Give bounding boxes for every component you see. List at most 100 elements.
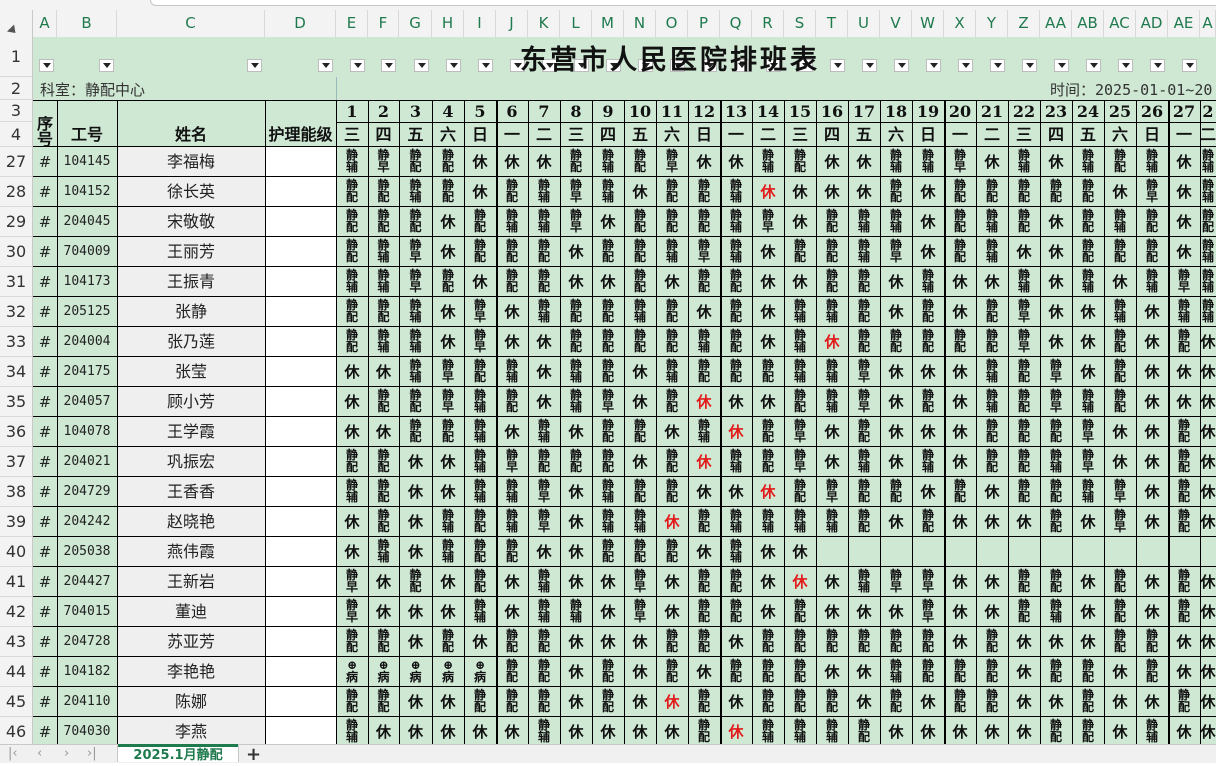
shift-cell[interactable]: 休 bbox=[1200, 477, 1216, 507]
shift-cell[interactable]: 休 bbox=[1136, 477, 1168, 507]
skill-level-cell[interactable] bbox=[265, 447, 336, 477]
shift-cell[interactable]: 静辅 bbox=[592, 507, 624, 537]
shift-cell[interactable]: 休 bbox=[752, 567, 784, 597]
shift-cell[interactable]: 静配 bbox=[592, 537, 624, 567]
shift-cell[interactable]: 休 bbox=[1104, 447, 1136, 477]
shift-cell[interactable]: 静配 bbox=[848, 267, 880, 297]
shift-cell[interactable]: 休 bbox=[688, 657, 720, 687]
shift-cell[interactable]: 静早 bbox=[912, 597, 944, 627]
shift-cell[interactable]: 休 bbox=[1040, 147, 1072, 177]
shift-cell[interactable]: 休 bbox=[848, 597, 880, 627]
shift-cell[interactable]: 休 bbox=[656, 417, 688, 447]
shift-cell[interactable]: 静早 bbox=[1040, 387, 1072, 417]
shift-cell[interactable]: 静配 bbox=[432, 147, 464, 177]
shift-cell[interactable]: 静早 bbox=[432, 387, 464, 417]
shift-cell[interactable]: 休 bbox=[912, 417, 944, 447]
shift-cell[interactable]: 静配 bbox=[1168, 477, 1200, 507]
filter-dropdown-i[interactable] bbox=[478, 59, 493, 72]
shift-cell[interactable]: 休 bbox=[368, 357, 399, 387]
employee-name-cell[interactable]: 王振青 bbox=[117, 267, 265, 297]
shift-cell[interactable]: 静配 bbox=[656, 387, 688, 417]
shift-cell[interactable]: 静配 bbox=[496, 267, 528, 297]
shift-cell[interactable]: 休 bbox=[944, 417, 976, 447]
shift-cell[interactable]: 休 bbox=[1072, 567, 1104, 597]
shift-cell[interactable]: 静辅 bbox=[496, 357, 528, 387]
shift-cell[interactable]: 静辅 bbox=[528, 717, 560, 747]
employee-name-cell[interactable]: 王新岩 bbox=[117, 567, 265, 597]
shift-cell[interactable]: 休 bbox=[752, 537, 784, 567]
row-header-29[interactable]: 29 bbox=[0, 207, 33, 237]
shift-cell[interactable]: 静配 bbox=[464, 207, 496, 237]
shift-cell[interactable]: 静配 bbox=[1104, 327, 1136, 357]
shift-cell[interactable]: 休 bbox=[1040, 327, 1072, 357]
employee-name-cell[interactable]: 张莹 bbox=[117, 357, 265, 387]
shift-cell[interactable]: 休 bbox=[784, 207, 816, 237]
shift-cell[interactable]: 休 bbox=[656, 507, 688, 537]
shift-cell[interactable]: 静配 bbox=[528, 657, 560, 687]
employee-name-cell[interactable]: 李福梅 bbox=[117, 147, 265, 177]
shift-cell[interactable]: 静配 bbox=[1168, 327, 1200, 357]
shift-cell[interactable]: ⊕ 病 bbox=[432, 657, 464, 687]
shift-cell[interactable]: 静配 bbox=[656, 447, 688, 477]
skill-level-cell[interactable] bbox=[265, 687, 336, 717]
shift-cell[interactable]: 休 bbox=[720, 147, 752, 177]
shift-cell[interactable]: 静配 bbox=[752, 447, 784, 477]
shift-cell[interactable]: 静配 bbox=[399, 207, 432, 237]
shift-cell[interactable]: 静配 bbox=[784, 597, 816, 627]
shift-cell[interactable]: 静配 bbox=[720, 597, 752, 627]
first-sheet-icon[interactable]: |‹ bbox=[8, 746, 18, 761]
shift-cell[interactable]: 休 bbox=[1168, 177, 1200, 207]
row-header-32[interactable]: 32 bbox=[0, 297, 33, 327]
shift-cell[interactable]: 休 bbox=[848, 177, 880, 207]
shift-cell[interactable]: 静早 bbox=[1072, 447, 1104, 477]
shift-cell[interactable]: 休 bbox=[944, 447, 976, 477]
shift-cell[interactable]: 静配 bbox=[1200, 207, 1216, 237]
shift-cell[interactable]: 静辅 bbox=[976, 237, 1008, 267]
employee-name-cell[interactable]: 李燕 bbox=[117, 717, 265, 747]
shift-cell[interactable]: 静配 bbox=[816, 627, 848, 657]
filter-dropdown-c[interactable] bbox=[247, 59, 262, 72]
shift-cell[interactable]: 静配 bbox=[848, 717, 880, 747]
shift-cell[interactable]: 休 bbox=[336, 417, 368, 447]
shift-cell[interactable]: 静配 bbox=[656, 177, 688, 207]
shift-cell[interactable]: 静配 bbox=[1072, 717, 1104, 747]
shift-cell[interactable]: 静早 bbox=[848, 387, 880, 417]
shift-cell[interactable]: 静配 bbox=[720, 297, 752, 327]
shift-cell[interactable]: 静配 bbox=[912, 657, 944, 687]
shift-cell[interactable]: 静早 bbox=[1008, 327, 1040, 357]
column-header-i[interactable]: I bbox=[464, 10, 496, 37]
skill-level-cell[interactable] bbox=[265, 657, 336, 687]
employee-id-cell[interactable]: 104182 bbox=[57, 657, 117, 687]
shift-cell[interactable]: 休 bbox=[1072, 507, 1104, 537]
shift-cell[interactable]: 休 bbox=[944, 357, 976, 387]
shift-cell[interactable]: 静配 bbox=[368, 447, 399, 477]
shift-cell-empty[interactable] bbox=[1008, 537, 1040, 567]
shift-cell-empty[interactable] bbox=[1104, 537, 1136, 567]
shift-cell[interactable]: 静配 bbox=[752, 417, 784, 447]
shift-cell[interactable]: 静辅 bbox=[624, 507, 656, 537]
skill-level-cell[interactable] bbox=[265, 717, 336, 747]
shift-cell[interactable]: 静辅 bbox=[848, 567, 880, 597]
column-header-l[interactable]: L bbox=[560, 10, 592, 37]
shift-cell[interactable]: 休 bbox=[464, 627, 496, 657]
employee-name-cell[interactable]: 董迪 bbox=[117, 597, 265, 627]
shift-cell[interactable]: 静配 bbox=[464, 687, 496, 717]
column-header-s[interactable]: S bbox=[784, 10, 816, 37]
shift-cell[interactable]: 静配 bbox=[1168, 417, 1200, 447]
column-header-ad[interactable]: AD bbox=[1136, 10, 1168, 37]
column-header-q[interactable]: Q bbox=[720, 10, 752, 37]
filter-dropdown-b[interactable] bbox=[99, 59, 114, 72]
shift-cell[interactable]: 静配 bbox=[688, 567, 720, 597]
shift-cell[interactable]: 静辅 bbox=[816, 507, 848, 537]
shift-cell[interactable]: 休 bbox=[1072, 357, 1104, 387]
shift-cell[interactable]: 静配 bbox=[848, 477, 880, 507]
shift-cell[interactable]: 休 bbox=[688, 147, 720, 177]
shift-cell[interactable]: 静辅 bbox=[880, 207, 912, 237]
skill-level-cell[interactable] bbox=[265, 207, 336, 237]
row-header-33[interactable]: 33 bbox=[0, 327, 33, 357]
shift-cell[interactable]: 静配 bbox=[752, 627, 784, 657]
shift-cell[interactable]: 休 bbox=[976, 147, 1008, 177]
shift-cell[interactable]: 静辅 bbox=[336, 267, 368, 297]
seq-cell[interactable]: # bbox=[33, 477, 57, 507]
employee-name-cell[interactable]: 李艳艳 bbox=[117, 657, 265, 687]
